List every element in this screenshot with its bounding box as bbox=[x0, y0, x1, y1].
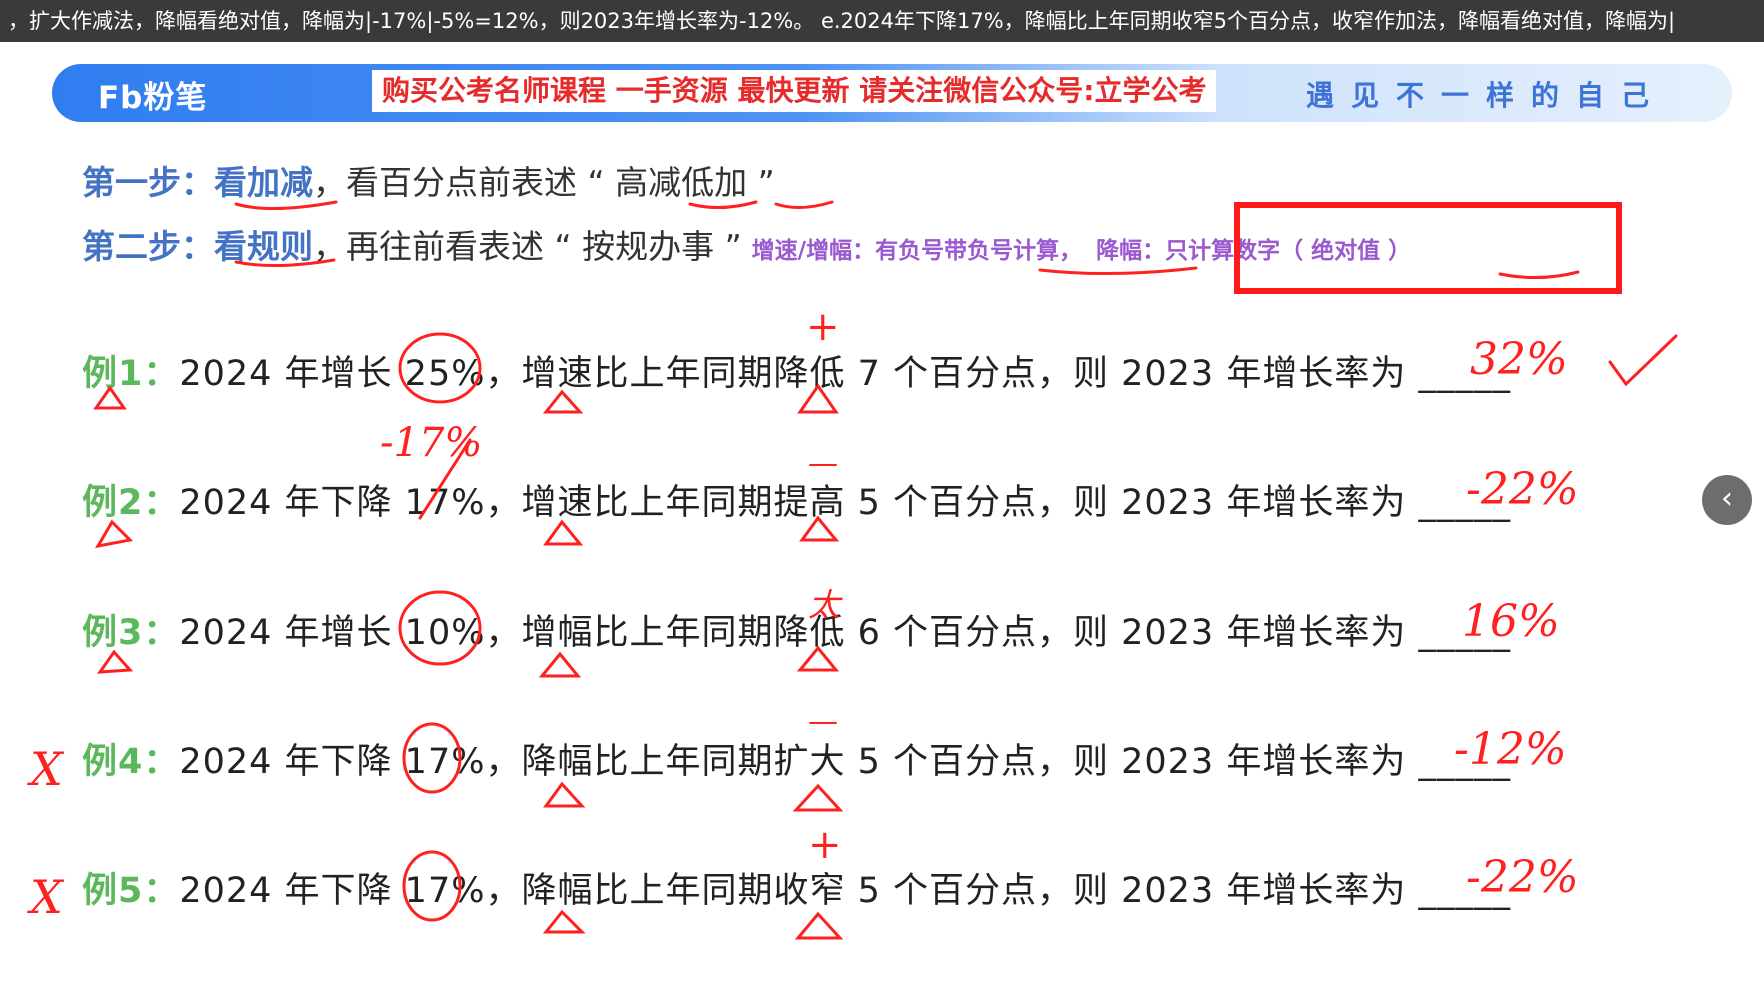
annotation-plus-5: + bbox=[808, 822, 842, 868]
step-one: 第一步：看加减，看百分点前表述 “ 高减低加 ” bbox=[82, 156, 775, 204]
step-one-keyword: 看加减 bbox=[214, 163, 313, 202]
answer-5: -22% bbox=[1466, 852, 1579, 903]
triangle-ex2-label bbox=[95, 519, 134, 549]
step-one-label: 第一步： bbox=[82, 163, 214, 202]
step-two-label: 第二步： bbox=[82, 227, 214, 266]
answer-2: -22% bbox=[1466, 464, 1579, 515]
example-4-label: 例4： bbox=[82, 742, 180, 782]
example-3-label: 例3： bbox=[82, 613, 180, 653]
step-two-keyword: 看规则 bbox=[214, 227, 313, 266]
step-one-phrase: 高减低加 bbox=[615, 163, 748, 202]
example-5-text: 2024 年下降 17%，降幅比上年同期收窄 5 个百分点，则 2023 年增长… bbox=[179, 871, 1511, 911]
fenbi-logo: Fb粉笔 bbox=[98, 80, 208, 116]
check-mark-icon bbox=[1608, 334, 1678, 387]
annotation-cross-5: X bbox=[30, 870, 63, 924]
answer-1: 32% bbox=[1470, 334, 1568, 385]
highlight-box bbox=[1234, 202, 1622, 294]
triangle-ex5-change bbox=[794, 911, 844, 940]
ticker-text: ，扩大作减法，降幅看绝对值，降幅为|-17%|-5%=12%，则2023年增长率… bbox=[8, 9, 1676, 33]
underline-step2-note bbox=[1038, 266, 1198, 276]
example-1-label: 例1： bbox=[82, 354, 180, 394]
annotation-cross-4: X bbox=[30, 742, 63, 796]
underline-step1-phrase-b bbox=[774, 200, 834, 209]
step-two-text-b: ” bbox=[714, 227, 742, 266]
example-1-text: 2024 年增长 25%，增速比上年同期降低 7 个百分点，则 2023 年增长… bbox=[179, 354, 1511, 394]
triangle-ex2-mid bbox=[543, 519, 584, 546]
step-two: 第二步：看规则，再往前看表述 “ 按规办事 ” 增速/增幅：有负号带负号计算， 降幅… bbox=[82, 220, 1411, 268]
example-5: 例5：2024 年下降 17%，降幅比上年同期收窄 5 个百分点，则 2023 … bbox=[82, 862, 1511, 913]
step-one-text-b: ” bbox=[747, 163, 775, 202]
step-two-note-a: 增速/增幅：有负号带负号计算， bbox=[751, 238, 1083, 264]
triangle-ex4-change bbox=[792, 783, 844, 812]
course-banner: Fb粉笔 购买公考名师课程 一手资源 最快更新 请关注微信公众号:立学公考 遇见… bbox=[52, 64, 1732, 122]
example-1: 例1：2024 年增长 25%，增速比上年同期降低 7 个百分点，则 2023 … bbox=[82, 345, 1511, 396]
triangle-ex4-mid bbox=[543, 781, 586, 808]
example-4-text: 2024 年下降 17%，降幅比上年同期扩大 5 个百分点，则 2023 年增长… bbox=[179, 742, 1511, 782]
example-2: 例2：2024 年下降 17%，增速比上年同期提高 5 个百分点，则 2023 … bbox=[82, 474, 1511, 525]
annotation-minus-2: — bbox=[808, 446, 838, 481]
triangle-ex5-mid bbox=[542, 909, 586, 934]
subtitle-ticker: ，扩大作减法，降幅看绝对值，降幅为|-17%|-5%=12%，则2023年增长率… bbox=[0, 0, 1764, 42]
answer-3: 16% bbox=[1462, 596, 1560, 647]
annotation-minus-4: — bbox=[808, 704, 838, 739]
example-2-label: 例2： bbox=[82, 483, 180, 523]
example-5-label: 例5： bbox=[82, 871, 180, 911]
triangle-ex3-mid bbox=[538, 651, 582, 678]
step-two-text-a: ，再往前看表述 “ bbox=[313, 227, 583, 266]
annotation-mark-3: 太 bbox=[808, 586, 841, 624]
chevron-left-icon[interactable]: ‹ bbox=[1702, 475, 1752, 525]
triangle-ex3-label bbox=[96, 649, 134, 674]
example-3: 例3：2024 年增长 10%，增幅比上年同期降低 6 个百分点，则 2023 … bbox=[82, 604, 1511, 655]
example-3-text: 2024 年增长 10%，增幅比上年同期降低 6 个百分点，则 2023 年增长… bbox=[179, 613, 1511, 653]
step-two-phrase: 按规办事 bbox=[582, 227, 715, 266]
example-2-text: 2024 年下降 17%，增速比上年同期提高 5 个百分点，则 2023 年增长… bbox=[179, 483, 1511, 523]
banner-motto: 遇见不一样的自己 bbox=[1306, 79, 1667, 112]
example-4: 例4：2024 年下降 17%，降幅比上年同期扩大 5 个百分点，则 2023 … bbox=[82, 733, 1511, 784]
answer-4: -12% bbox=[1454, 724, 1567, 775]
annotation-minus-17: -17% bbox=[380, 420, 483, 466]
step-one-text-a: ，看百分点前表述 “ bbox=[313, 163, 616, 202]
annotation-plus-1: + bbox=[806, 304, 840, 350]
banner-ad-text: 购买公考名师课程 一手资源 最快更新 请关注微信公众号:立学公考 bbox=[372, 70, 1217, 112]
